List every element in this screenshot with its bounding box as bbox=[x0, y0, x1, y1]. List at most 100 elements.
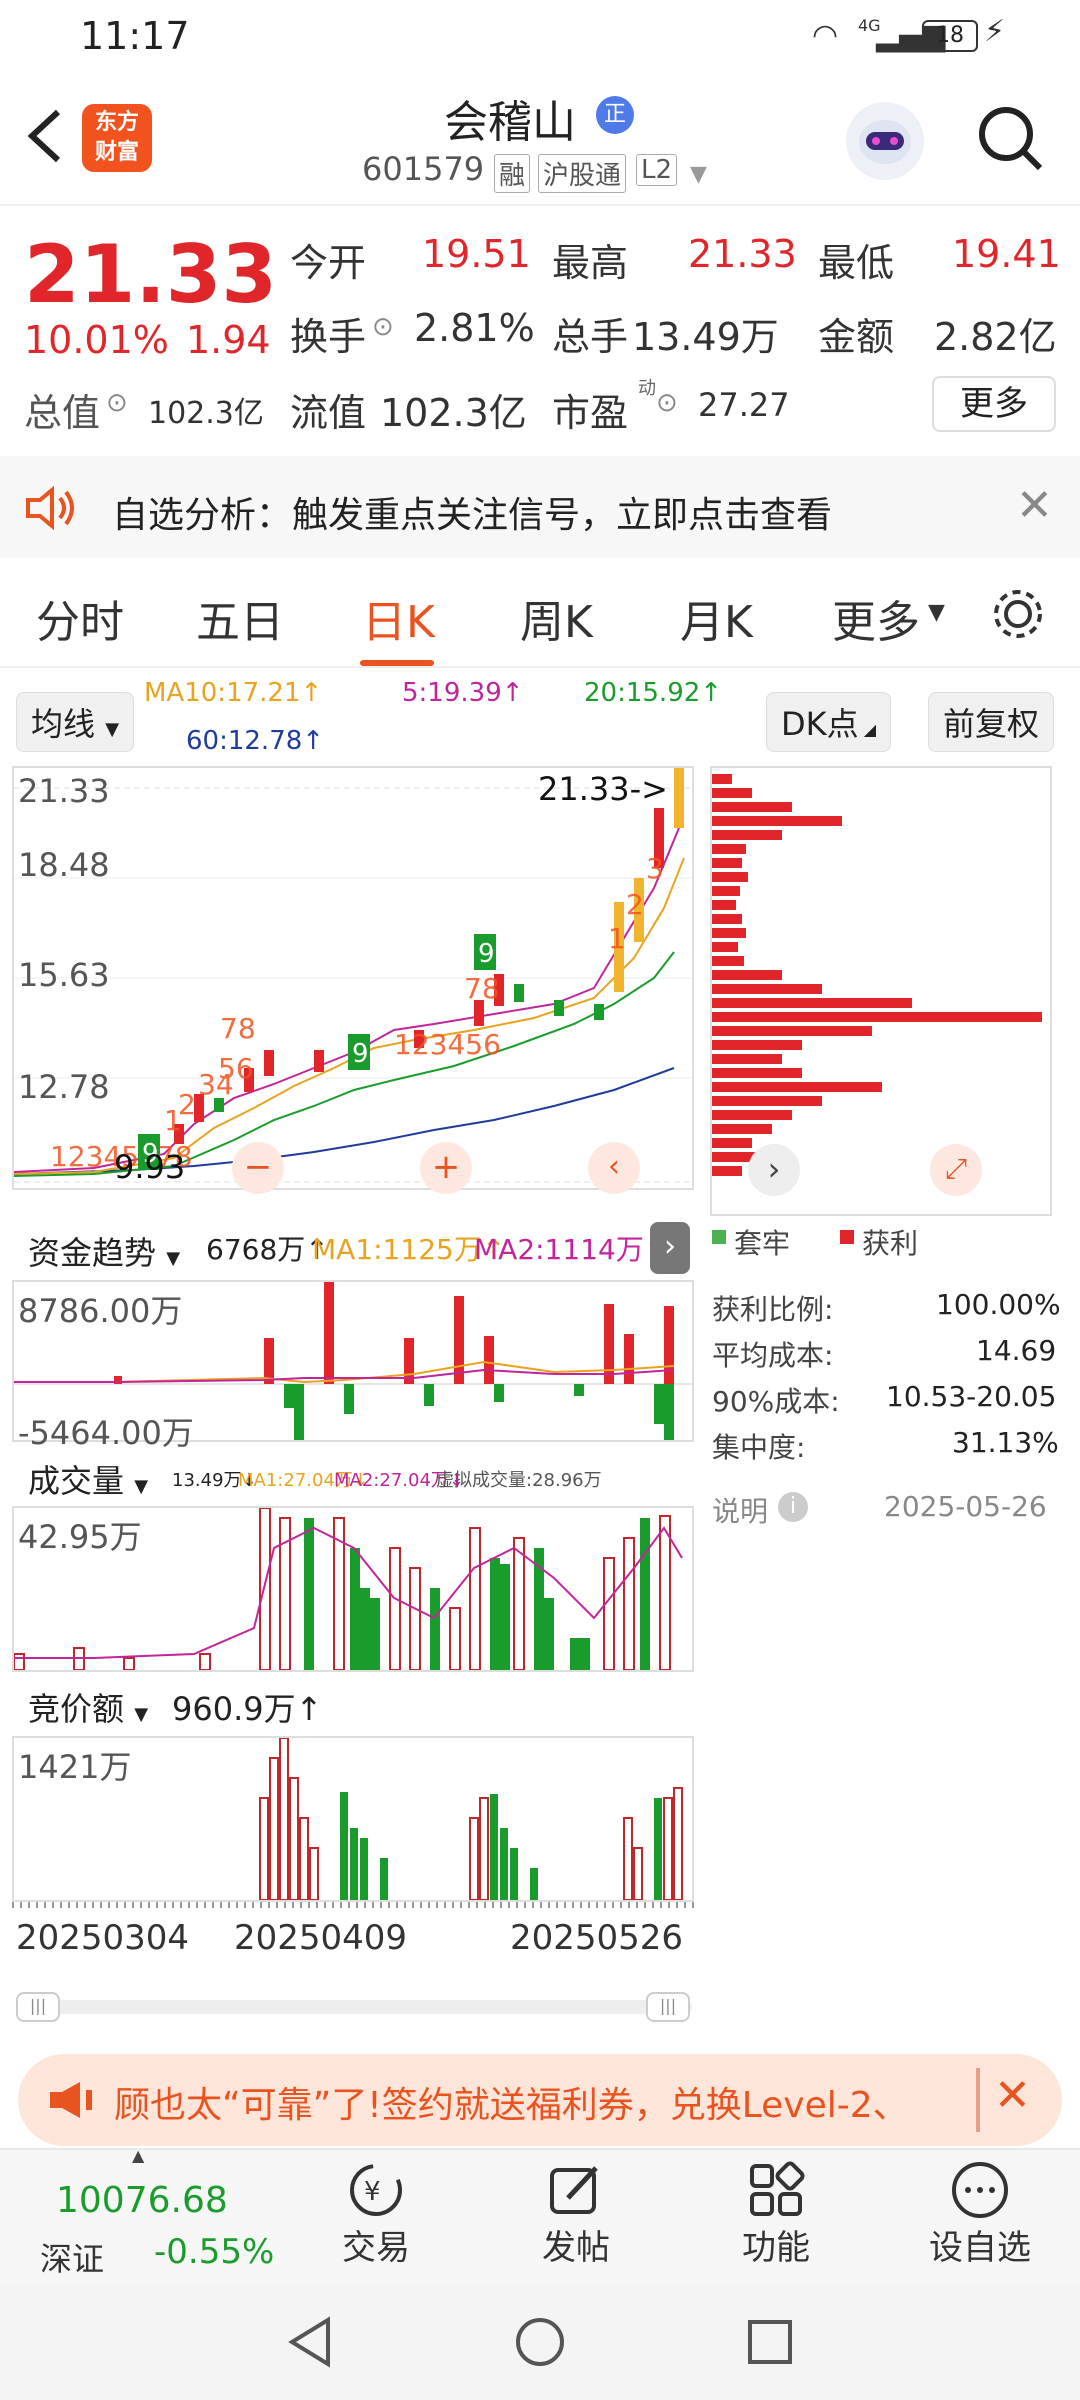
chip-stat-label: 平均成本: bbox=[712, 1339, 834, 1372]
home-circle-icon[interactable] bbox=[512, 2314, 568, 2374]
auction-chart[interactable]: 1421万 bbox=[12, 1736, 694, 1902]
status-bar: 11:17 ◠ 4G ▂▄▆ 18 ⚡ bbox=[0, 0, 1080, 76]
fund-bottom: -5464.00万 bbox=[18, 1414, 194, 1452]
index-pct[interactable]: -0.55% bbox=[154, 2232, 274, 2272]
close-icon[interactable]: ✕ bbox=[994, 2070, 1031, 2121]
zoom-in-icon[interactable]: + bbox=[420, 1142, 472, 1194]
chip-distribution[interactable]: › ⤢ bbox=[710, 766, 1052, 1216]
auction-top: 1421万 bbox=[18, 1748, 132, 1786]
back-arrow-icon[interactable] bbox=[20, 106, 70, 166]
index-value[interactable]: 10076.68 bbox=[56, 2180, 228, 2221]
battery-icon: 18 bbox=[922, 20, 978, 52]
zoom-out-icon[interactable]: − bbox=[232, 1142, 284, 1194]
badge-icon: 正 bbox=[596, 96, 634, 134]
quote-panel: 21.33 10.01% 1.94 今开 19.51 最高 21.33 最低 1… bbox=[0, 206, 1080, 456]
ytick-2: 18.48 bbox=[18, 846, 110, 884]
dk-point-button[interactable]: DK点 ◢ bbox=[766, 692, 892, 752]
system-nav bbox=[0, 2284, 1080, 2400]
range-handle-right[interactable]: ||| bbox=[646, 1992, 690, 2022]
info-icon[interactable]: ⊙ bbox=[106, 388, 128, 418]
mktcap-label: 总值 bbox=[24, 391, 101, 435]
status-time: 11:17 bbox=[80, 14, 190, 58]
ytick-3: 15.63 bbox=[18, 956, 110, 994]
pct-change: 10.01% bbox=[24, 318, 169, 362]
nav-watchlist[interactable]: 设自选 bbox=[890, 2150, 1070, 2269]
chevron-right-icon[interactable]: › bbox=[650, 1222, 690, 1274]
amount-value: 2.82亿 bbox=[934, 315, 1057, 359]
chevron-right-icon[interactable]: › bbox=[748, 1144, 800, 1196]
more-dots-icon bbox=[950, 2160, 1010, 2220]
range-track[interactable] bbox=[16, 2000, 692, 2014]
expand-icon[interactable]: ⤢ bbox=[930, 1144, 982, 1196]
chevron-left-icon[interactable]: ‹ bbox=[588, 1142, 640, 1194]
info-icon[interactable]: i bbox=[778, 1492, 808, 1522]
index-name[interactable]: 深证 bbox=[40, 2234, 104, 2280]
chevron-down-icon: ▼ bbox=[134, 1704, 149, 1725]
stock-name: 会稽山 bbox=[444, 97, 576, 148]
signal-banner[interactable]: 自选分析：触发重点关注信号，立即点击查看 ✕ bbox=[0, 456, 1080, 558]
more-button[interactable]: 更多 bbox=[932, 376, 1056, 432]
promo-bar[interactable]: 顾也太“可靠”了!签约就送福利券，兑换Level-2、 ✕ bbox=[18, 2054, 1062, 2146]
caret-up-icon: ▲ bbox=[132, 2146, 145, 2165]
float-cap-value: 102.3亿 bbox=[380, 391, 527, 435]
tab-weekly-k[interactable]: 周K bbox=[520, 586, 593, 650]
legend-swatch-trapped bbox=[712, 1230, 726, 1244]
ma-selector[interactable]: 均线 ▼ bbox=[16, 692, 135, 752]
info-icon[interactable]: ⊙ bbox=[656, 388, 678, 418]
open-label: 今开 bbox=[290, 241, 367, 285]
recents-square-icon[interactable] bbox=[742, 2314, 798, 2374]
close-icon[interactable]: ✕ bbox=[1016, 480, 1053, 531]
adjust-button[interactable]: 前复权 bbox=[928, 692, 1055, 752]
fund-chart[interactable]: 8786.00万 -5464.00万 bbox=[12, 1280, 694, 1452]
tab-monthly-k[interactable]: 月K bbox=[680, 586, 753, 650]
mktcap-value: 102.3亿 bbox=[148, 396, 264, 431]
chip-stat-value: 31.13% bbox=[952, 1426, 1059, 1459]
volume-virtual: 虚拟成交量:28.96万 bbox=[436, 1470, 602, 1491]
tab-indicator bbox=[360, 660, 434, 666]
range-handle-left[interactable]: ||| bbox=[16, 1992, 60, 2022]
turnover-label: 换手 bbox=[290, 315, 367, 359]
svg-text:9: 9 bbox=[478, 939, 495, 969]
nav-trade[interactable]: ¥ 交易 bbox=[286, 2150, 466, 2269]
svg-text:2: 2 bbox=[178, 1088, 196, 1121]
grid-icon bbox=[746, 2160, 806, 2220]
date-label: 20250304 bbox=[16, 1918, 190, 1958]
tag-level2: L2 bbox=[636, 154, 678, 186]
low-price-marker: 9.93 bbox=[114, 1148, 186, 1186]
nav-post[interactable]: 发帖 bbox=[486, 2150, 666, 2269]
svg-text:78: 78 bbox=[464, 972, 500, 1005]
logo-line1: 东方 bbox=[94, 110, 139, 135]
bottom-nav: ▲ 10076.68 深证 -0.55% ¥ 交易 发帖 功能 设自选 bbox=[0, 2146, 1080, 2284]
tab-five-day[interactable]: 五日 bbox=[196, 586, 284, 650]
legend-profit: 获利 bbox=[862, 1227, 919, 1260]
dropdown-icon[interactable]: ▼ bbox=[690, 162, 707, 187]
tab-daily-k[interactable]: 日K bbox=[362, 586, 435, 650]
note-label[interactable]: 说明 bbox=[712, 1490, 768, 1530]
charging-icon: ⚡ bbox=[984, 14, 1006, 49]
tab-more[interactable]: 更多 bbox=[832, 586, 920, 650]
open-value: 19.51 bbox=[422, 232, 531, 276]
nav-functions-label: 功能 bbox=[742, 2228, 810, 2268]
search-icon[interactable] bbox=[976, 104, 1046, 174]
back-triangle-icon[interactable] bbox=[282, 2314, 338, 2374]
kline-chart[interactable]: 1 2 34 56 78 123456 78 123 12345678 9 9 9 21.… bbox=[12, 766, 694, 1194]
nav-functions[interactable]: 功能 bbox=[686, 2150, 866, 2269]
volume-selector[interactable]: 成交量 ▼ bbox=[14, 1450, 163, 1508]
volume-title: 成交量 bbox=[28, 1462, 125, 1500]
logo-line2: 财富 bbox=[94, 140, 139, 165]
app-logo[interactable]: 东方 财富 bbox=[82, 104, 152, 172]
edit-icon bbox=[546, 2160, 606, 2220]
wifi-icon: ◠ bbox=[812, 18, 839, 53]
auction-selector[interactable]: 竞价额 ▼ bbox=[14, 1678, 163, 1736]
gear-icon[interactable] bbox=[990, 586, 1046, 642]
info-icon[interactable]: ⊙ bbox=[372, 312, 394, 342]
nav-post-label: 发帖 bbox=[542, 2228, 610, 2268]
volume-chart[interactable]: 42.95万 bbox=[12, 1506, 694, 1672]
banner-text: 自选分析：触发重点关注信号，立即点击查看 bbox=[112, 495, 833, 536]
amount-label: 金额 bbox=[818, 315, 895, 359]
chip-stat-label: 集中度: bbox=[712, 1431, 806, 1464]
robot-avatar-icon[interactable] bbox=[846, 102, 924, 180]
chevron-down-icon: ▼ bbox=[134, 1476, 149, 1497]
tab-intraday[interactable]: 分时 bbox=[36, 586, 124, 650]
fund-trend-selector[interactable]: 资金趋势 ▼ bbox=[14, 1222, 195, 1280]
